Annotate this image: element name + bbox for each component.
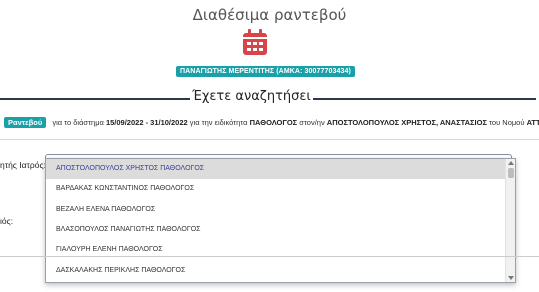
scroll-down-icon[interactable] — [508, 276, 514, 280]
calendar-icon — [243, 29, 267, 55]
section-divider-right — [313, 98, 536, 100]
summary-text-prefecture-prefix: του Νομού — [489, 118, 525, 127]
dropdown-option[interactable]: ΔΑΣΚΑΛΑΚΗΣ ΠΕΡΙΚΛΗΣ ΠΑΘΟΛΟΓΟΣ — [46, 261, 507, 281]
summary-text-doctor-prefix: στον/ην — [299, 118, 325, 127]
appointment-chip: Ραντεβού — [4, 117, 47, 128]
second-field-label: ιός: — [0, 216, 14, 226]
patient-badge: ΠΑΝΑΓΙΩΤΗΣ ΜΕΡΕΝΤΙΤΗΣ (ΑΜΚΑ: 30077703434… — [176, 66, 355, 77]
summary-prefecture: ΑΤΤΙΚΗΣ — [526, 118, 539, 127]
doctor-field-label: ητής Ιατρός: — [0, 160, 46, 170]
dropdown-option[interactable]: ΒΛΑΣΟΠΟΥΛΟΣ ΠΑΝΑΓΙΩΤΗΣ ΠΑΘΟΛΟΓΟΣ — [46, 220, 507, 240]
dropdown-option[interactable]: ΑΠΟΣΤΟΛΟΠΟΥΛΟΣ ΧΡΗΣΤΟΣ ΠΑΘΟΛΟΓΟΣ — [46, 159, 507, 179]
page-title: Διαθέσιμα ραντεβού — [192, 6, 347, 24]
summary-doctor: ΑΠΟΣΤΟΛΟΠΟΥΛΟΣ ΧΡΗΣΤΟΣ, ΑΝΑΣΤΑΣΙΟΣ — [326, 118, 487, 127]
scroll-up-icon[interactable] — [508, 161, 514, 165]
summary-period: 15/09/2022 - 31/10/2022 — [105, 118, 188, 127]
search-summary: Ραντεβού για το διάστημα 15/09/2022 - 31… — [4, 117, 539, 128]
section-divider-left — [0, 98, 190, 100]
dropdown-option[interactable]: ΒΕΖΑΛΗ ΕΛΕΝΑ ΠΑΘΟΛΟΓΟΣ — [46, 200, 507, 220]
section-title: Έχετε αναζητήσει — [192, 89, 311, 104]
divider-bottom — [0, 256, 539, 257]
summary-specialty: ΠΑΘΟΛΟΓΟΣ — [249, 118, 298, 127]
dropdown-option[interactable]: ΓΙΑΛΟΥΡΗ ΕΛΕΝΗ ΠΑΘΟΛΟΓΟΣ — [46, 240, 507, 260]
divider — [0, 139, 539, 140]
scrollbar-thumb[interactable] — [508, 168, 514, 178]
summary-text-period-prefix: για το διάστημα — [52, 118, 104, 127]
doctor-dropdown-list[interactable]: ΑΠΟΣΤΟΛΟΠΟΥΛΟΣ ΧΡΗΣΤΟΣ ΠΑΘΟΛΟΓΟΣ ΒΑΡΔΑΚΑ… — [45, 158, 516, 283]
summary-text-specialty-prefix: για την ειδικότητα — [189, 118, 248, 127]
dropdown-scrollbar[interactable] — [505, 159, 515, 282]
dropdown-option[interactable]: ΒΑΡΔΑΚΑΣ ΚΩΝΣΤΑΝΤΙΝΟΣ ΠΑΘΟΛΟΓΟΣ — [46, 179, 507, 199]
